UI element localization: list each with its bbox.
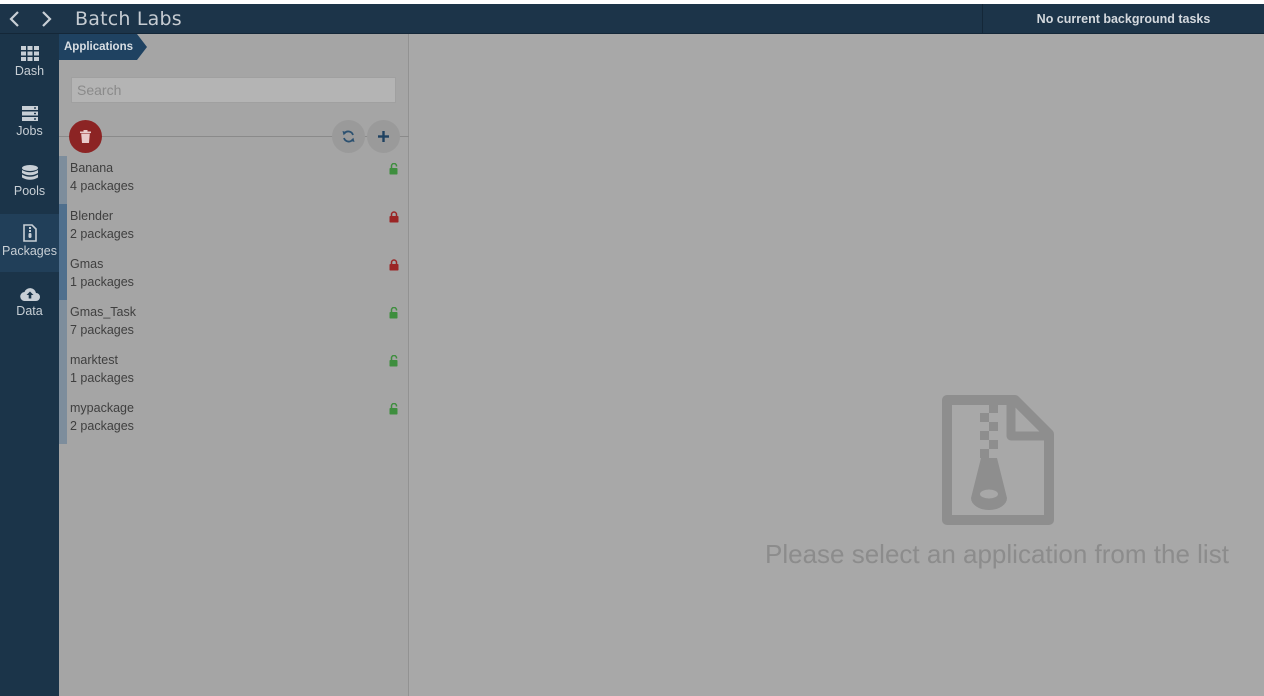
list-item[interactable]: Gmas 1 packages — [59, 252, 409, 300]
list-item[interactable]: Blender 2 packages — [59, 204, 409, 252]
breadcrumb[interactable]: Applications — [59, 34, 147, 60]
package-count: 4 packages — [70, 179, 134, 193]
package-count: 1 packages — [70, 275, 134, 289]
list-item[interactable]: Gmas_Task 7 packages — [59, 300, 409, 348]
chevron-right-icon — [42, 11, 52, 27]
nav-label: Jobs — [16, 124, 43, 138]
grid-icon — [20, 45, 39, 61]
nav-item-pools[interactable]: Pools — [0, 154, 59, 212]
list-item[interactable]: marktest 1 packages — [59, 348, 409, 396]
application-name: Blender — [70, 209, 114, 223]
application-detail-panel: Please select an application from the li… — [410, 34, 1264, 696]
item-indicator — [59, 396, 67, 444]
app-title: Batch Labs — [75, 8, 182, 30]
trash-icon — [80, 130, 91, 143]
unlock-icon — [389, 355, 398, 367]
app-window: Batch Labs No current background tasks D… — [0, 4, 1264, 696]
list-item[interactable]: mypackage 2 packages — [59, 396, 409, 444]
applications-list-panel: Applications Search Banana 4 packages Bl… — [59, 34, 409, 696]
application-name: marktest — [70, 353, 118, 367]
item-indicator — [59, 300, 67, 348]
delete-button[interactable] — [69, 120, 102, 153]
nav-item-packages[interactable]: Packages — [0, 214, 59, 272]
cloud-upload-icon — [19, 287, 40, 301]
nav-label: Data — [16, 304, 43, 318]
file-zip-icon — [942, 395, 1054, 525]
empty-state-message: Please select an application from the li… — [765, 539, 1229, 569]
item-indicator — [59, 348, 67, 396]
package-count: 2 packages — [70, 419, 134, 433]
chevron-left-icon — [9, 11, 19, 27]
nav-label: Pools — [13, 184, 46, 198]
search-input[interactable] — [71, 77, 396, 103]
breadcrumb-label: Applications — [64, 41, 134, 53]
package-count: 1 packages — [70, 371, 134, 385]
lock-icon — [389, 211, 399, 223]
refresh-button[interactable] — [332, 120, 365, 153]
application-name: Gmas — [70, 257, 104, 271]
package-count: 7 packages — [70, 323, 134, 337]
database-icon — [21, 164, 38, 180]
unlock-icon — [389, 307, 398, 319]
add-button[interactable] — [367, 120, 400, 153]
background-tasks-status[interactable]: No current background tasks — [982, 4, 1264, 34]
application-name: Banana — [70, 161, 114, 175]
title-bar: Batch Labs No current background tasks — [0, 4, 1264, 34]
nav-item-dash[interactable]: Dash — [0, 34, 59, 92]
item-indicator — [59, 156, 67, 204]
nav-item-data[interactable]: Data — [0, 274, 59, 332]
unlock-icon — [389, 163, 398, 175]
file-archive-icon — [22, 224, 37, 242]
forward-button[interactable] — [37, 10, 55, 28]
nav-item-jobs[interactable]: Jobs — [0, 94, 59, 152]
nav-label: Packages — [2, 244, 57, 258]
package-count: 2 packages — [70, 227, 134, 241]
main-navigation: Dash Jobs Pools Packages Data — [0, 34, 59, 696]
lock-icon — [389, 259, 399, 271]
item-indicator — [59, 204, 67, 252]
nav-label: Dash — [14, 64, 45, 78]
application-name: mypackage — [70, 401, 134, 415]
application-name: Gmas_Task — [70, 305, 136, 319]
list-item[interactable]: Banana 4 packages — [59, 156, 409, 204]
back-button[interactable] — [6, 10, 24, 28]
refresh-icon — [342, 130, 355, 143]
server-icon — [21, 105, 38, 121]
application-list: Banana 4 packages Blender 2 packages Gma… — [59, 156, 409, 444]
unlock-icon — [389, 403, 398, 415]
item-indicator — [59, 252, 67, 300]
plus-icon — [378, 131, 389, 142]
